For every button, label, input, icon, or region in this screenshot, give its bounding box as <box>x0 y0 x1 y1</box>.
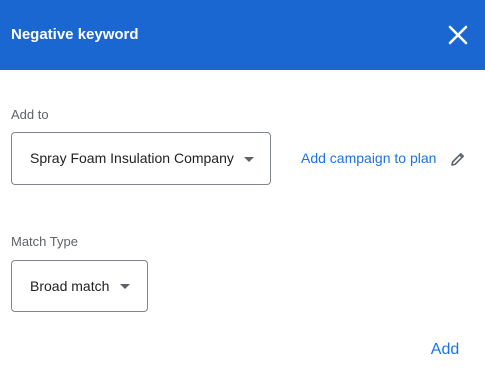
add-to-label: Add to <box>11 107 49 122</box>
chevron-down-icon <box>120 284 130 289</box>
match-type-select[interactable]: Broad match <box>11 260 148 312</box>
add-button[interactable]: Add <box>422 338 468 362</box>
match-type-select-value: Broad match <box>30 278 110 294</box>
chevron-down-icon <box>244 157 254 162</box>
add-campaign-to-plan-link[interactable]: Add campaign to plan <box>301 148 436 168</box>
match-type-label: Match Type <box>11 234 78 249</box>
close-icon <box>448 25 468 45</box>
pencil-icon <box>451 153 464 166</box>
close-button[interactable] <box>446 23 470 47</box>
campaign-select-value: Spray Foam Insulation Company <box>30 150 234 166</box>
edit-button[interactable] <box>450 151 466 167</box>
negative-keyword-dialog: Negative keyword Add to Spray Foam Insul… <box>0 0 485 380</box>
dialog-title: Negative keyword <box>11 26 139 43</box>
campaign-select[interactable]: Spray Foam Insulation Company <box>11 132 271 185</box>
dialog-header: Negative keyword <box>0 0 485 70</box>
